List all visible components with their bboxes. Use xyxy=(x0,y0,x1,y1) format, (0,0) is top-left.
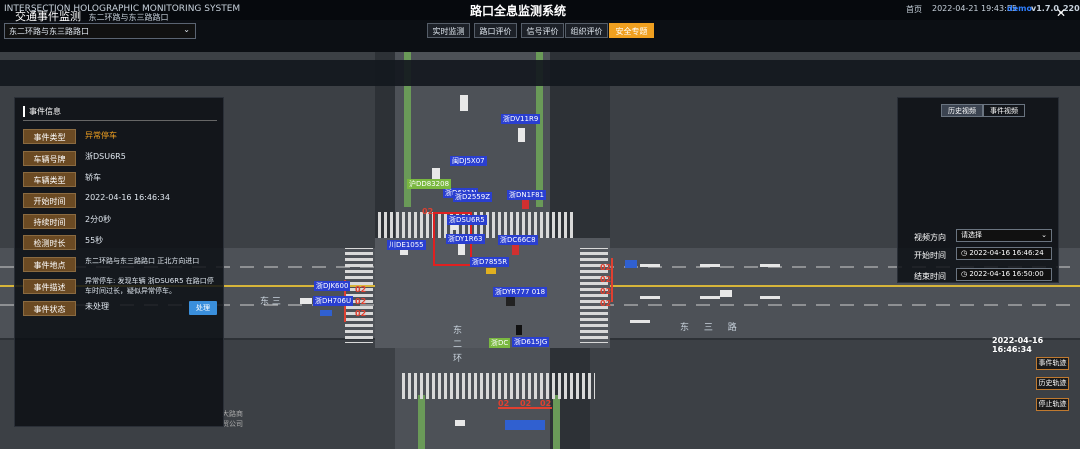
event-track-button[interactable]: 事件轨迹 xyxy=(1036,357,1069,370)
value-start-time: 2022-04-16 16:46:34 xyxy=(85,193,170,202)
label-plate: 车辆号牌 xyxy=(23,151,76,166)
plate-tag[interactable]: 浙DV11R9 xyxy=(501,114,541,124)
value-plate: 浙DSU6R5 xyxy=(85,152,126,161)
label-start-time: 开始时间 xyxy=(23,193,76,208)
label-description: 事件描述 xyxy=(23,279,76,294)
chevron-down-icon: ⌄ xyxy=(1041,231,1047,239)
lane-numbers-west: 02 02 02 xyxy=(355,285,367,318)
start-time-value: 2022-04-16 16:46:24 xyxy=(969,249,1044,257)
label-detect-duration: 检测时长 xyxy=(23,235,76,250)
plate-tag[interactable]: 浙D615JG xyxy=(512,337,550,347)
label-duration: 持续时间 xyxy=(23,214,76,229)
tab-event-video[interactable]: 事件视频 xyxy=(983,104,1025,117)
stop-track-button[interactable]: 停止轨迹 xyxy=(1036,398,1069,411)
value-description: 异常停车: 发现车辆 浙DSU6R5 在路口停车时间过长，疑似异常停车。 xyxy=(85,277,214,295)
start-time-label: 开始时间 xyxy=(914,251,946,260)
clock-icon: ◷ xyxy=(961,249,968,257)
close-icon[interactable]: ✕ xyxy=(1056,6,1066,20)
tab-realtime[interactable]: 实时监测 xyxy=(427,23,470,38)
value-duration: 2分0秒 xyxy=(85,215,112,224)
plate-tag[interactable]: 浙D7855R xyxy=(470,257,510,267)
end-time-label: 结束时间 xyxy=(914,272,946,281)
road-label-east: 东 三 路 xyxy=(680,323,743,333)
tab-organization-eval[interactable]: 组织评价 xyxy=(565,23,608,38)
modal-title-text: 交通事件监测 xyxy=(15,10,81,23)
handle-button[interactable]: 处理 xyxy=(189,301,217,315)
value-vehicle-type: 轿车 xyxy=(85,173,101,182)
value-detect-duration: 55秒 xyxy=(85,236,104,245)
tab-safety[interactable]: 安全专题 xyxy=(609,23,654,38)
lane-number-south-3: 02 xyxy=(540,399,552,408)
chevron-down-icon: ⌄ xyxy=(183,25,190,34)
end-time-value: 2022-04-16 16:50:00 xyxy=(969,270,1044,278)
map-timestamp: 2022-04-16 16:46:34 xyxy=(992,336,1044,354)
lane-number-north: 02 xyxy=(422,207,434,216)
intersection-select-value: 东二环路与东三路路口 xyxy=(9,27,89,36)
direction-value: 请选择 xyxy=(961,231,982,239)
plate-tag[interactable]: 沪DD83208 xyxy=(407,179,452,189)
label-event-type: 事件类型 xyxy=(23,129,76,144)
road-label-west: 东 三 xyxy=(260,297,281,307)
clock-icon: ◷ xyxy=(961,270,968,278)
plate-tag[interactable]: 浙DC xyxy=(489,338,511,348)
user-name[interactable]: demo xyxy=(1007,4,1032,13)
lane-number-south-2: 02 xyxy=(520,399,532,408)
plate-tag[interactable]: 浙DN1F81 xyxy=(507,190,547,200)
start-time-field[interactable]: ◷ 2022-04-16 16:46:24 xyxy=(956,247,1052,260)
modal-title: 交通事件监测 东二环路与东三路路口 xyxy=(15,8,169,24)
app-title: 路口全息监测系统 xyxy=(470,4,567,18)
plate-tag[interactable]: 浙DH706U xyxy=(313,296,354,306)
plate-tag[interactable]: 浙DYR777 018 xyxy=(493,287,548,297)
label-status: 事件状态 xyxy=(23,301,76,316)
intersection-select[interactable]: 东二环路与东三路路口 ⌄ xyxy=(4,23,196,39)
plate-tag[interactable]: 浙D2559Z xyxy=(453,192,492,202)
label-location: 事件地点 xyxy=(23,257,76,272)
event-info-panel: 事件信息 事件类型 异常停车 车辆号牌 浙DSU6R5 车辆类型 轿车 开始时间… xyxy=(14,97,224,427)
map-watermark: 大路商 贸公司 xyxy=(222,410,243,428)
end-time-field[interactable]: ◷ 2022-04-16 16:50:00 xyxy=(956,268,1052,281)
home-link[interactable]: 首页 xyxy=(906,4,922,15)
plate-tag[interactable]: 闽DJ5X07 xyxy=(450,156,487,166)
value-event-type: 异常停车 xyxy=(85,131,117,140)
plate-tag[interactable]: 川DE1055 xyxy=(387,240,426,250)
plate-tag[interactable]: 浙DSU6R5 xyxy=(447,215,487,225)
tab-intersection-eval[interactable]: 路口评价 xyxy=(474,23,517,38)
label-vehicle-type: 车辆类型 xyxy=(23,172,76,187)
direction-select[interactable]: 请选择 ⌄ xyxy=(956,229,1052,242)
direction-label: 视频方向 xyxy=(914,233,946,242)
divider xyxy=(23,120,217,121)
tab-history-video[interactable]: 历史视频 xyxy=(941,104,983,117)
plate-tag[interactable]: 浙DY1R63 xyxy=(446,234,485,244)
plate-tag[interactable]: 浙DJK600 xyxy=(314,281,351,291)
event-info-title: 事件信息 xyxy=(23,106,61,117)
modal-header xyxy=(0,60,1080,86)
tab-signal-eval[interactable]: 信号评价 xyxy=(521,23,564,38)
plate-tag[interactable]: 浙DC66C8 xyxy=(498,235,538,245)
lane-numbers-east: 02 02 02 02 xyxy=(600,263,612,308)
modal-subtitle: 东二环路与东三路路口 xyxy=(88,13,169,22)
history-track-button[interactable]: 历史轨迹 xyxy=(1036,377,1069,390)
lane-number-south-1: 02 xyxy=(498,399,510,408)
value-location: 东二环路与东三路路口 正北方向进口 xyxy=(85,257,200,265)
value-status: 未处理 xyxy=(85,302,109,311)
current-datetime: 2022-04-21 19:43:55 xyxy=(932,4,1017,13)
road-label-south: 东 二 环 xyxy=(453,326,463,364)
video-panel: 历史视频 事件视频 视频方向 请选择 ⌄ 开始时间 ◷ 2022-04-16 1… xyxy=(897,97,1059,283)
